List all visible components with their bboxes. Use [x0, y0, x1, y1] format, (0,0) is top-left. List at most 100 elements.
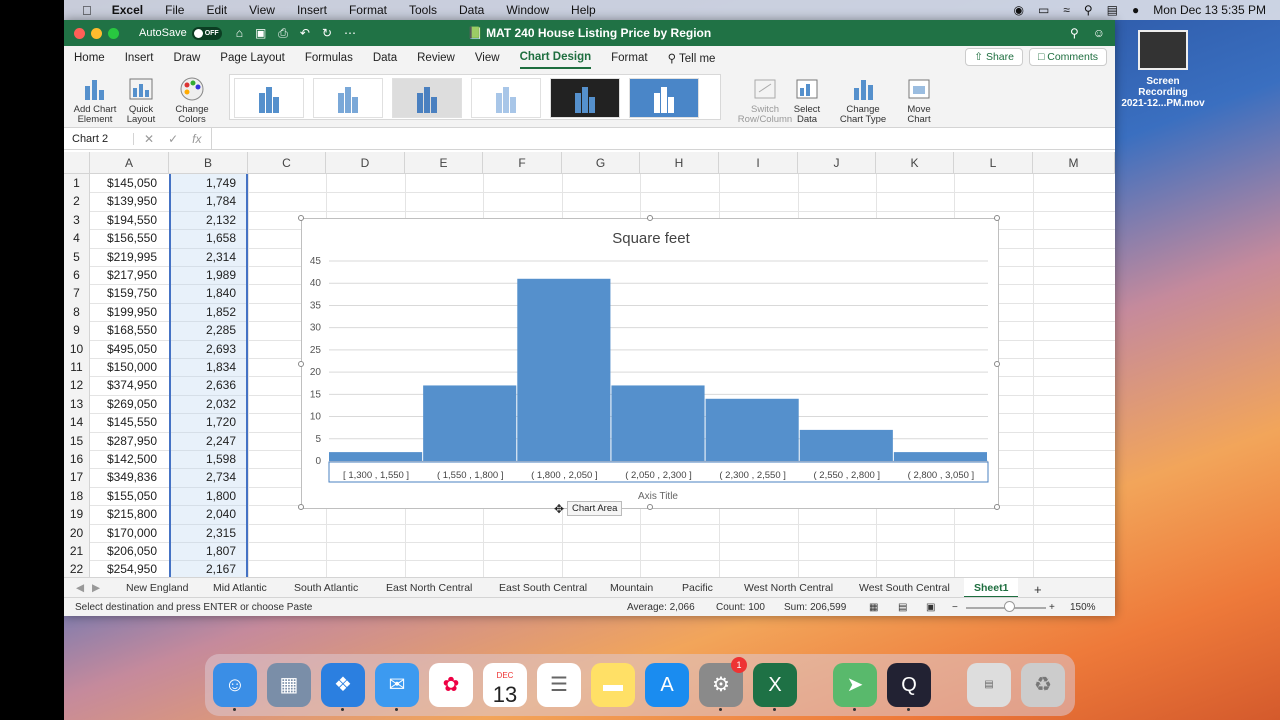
redo-icon[interactable]: ↻	[322, 26, 332, 41]
undo-icon[interactable]: ↶	[300, 26, 310, 41]
cell-price[interactable]: $150,000	[90, 358, 169, 376]
system-preferences-icon[interactable]: ⚙ 1	[699, 657, 747, 711]
column-header-h[interactable]: H	[640, 152, 719, 174]
chart-area[interactable]: Square feet 0 5 10 15 20 25 30 35 40 45 [ 1,300 ,…	[298, 215, 1000, 510]
safari-icon[interactable]: ❖	[321, 663, 365, 711]
spreadsheet-grid[interactable]: Square feet 0 5 10 15 20 25 30 35 40 45 [ 1,300 ,…	[64, 152, 1115, 577]
row-header[interactable]: 10	[64, 339, 90, 358]
cell-square-feet[interactable]: 2,315	[169, 524, 248, 542]
row-header[interactable]: 7	[64, 284, 90, 303]
sheet-tab-west-north-central[interactable]: West North Central	[744, 582, 833, 594]
normal-view-icon[interactable]: ▦	[869, 602, 878, 613]
sheet-tab-sheet1[interactable]: Sheet1	[964, 578, 1019, 598]
cell-square-feet[interactable]: 1,807	[169, 542, 248, 560]
row-header[interactable]: 6	[64, 266, 90, 285]
cell-price[interactable]: $194,550	[90, 211, 169, 229]
sheet-tab-mid-atlantic[interactable]: Mid Atlantic	[213, 582, 267, 594]
row-header[interactable]: 4	[64, 229, 90, 248]
row-header[interactable]: 20	[64, 523, 90, 542]
resize-handle[interactable]	[994, 361, 1000, 367]
change-colors-button[interactable]: Change Colors	[170, 76, 214, 125]
tab-review[interactable]: Review	[417, 48, 455, 68]
sheet-tab-west-south-central[interactable]: West South Central	[859, 582, 950, 594]
add-chart-element-button[interactable]: Add Chart Element	[72, 76, 118, 125]
resize-handle[interactable]	[994, 504, 1000, 510]
zoom-in-icon[interactable]: +	[1049, 602, 1055, 613]
calendar-icon[interactable]: DEC 13	[483, 663, 527, 707]
quicktime-icon[interactable]: Q	[887, 663, 931, 711]
share-button[interactable]: ⇧ Share	[965, 48, 1023, 66]
resize-handle[interactable]	[298, 361, 304, 367]
cell-square-feet[interactable]: 2,032	[169, 395, 248, 413]
notes-icon[interactable]: ▬	[591, 663, 635, 707]
x-axis-title[interactable]: Axis Title	[638, 491, 678, 502]
trash-icon[interactable]: ♻	[1021, 663, 1065, 707]
cell-square-feet[interactable]: 1,834	[169, 358, 248, 376]
menu-window[interactable]: Window	[506, 3, 549, 17]
histogram-bar[interactable]	[611, 385, 705, 461]
sheet-tab-pacific[interactable]: Pacific	[682, 582, 713, 594]
tab-home[interactable]: Home	[74, 48, 105, 68]
column-header-i[interactable]: I	[719, 152, 798, 174]
mail-icon[interactable]: ✉	[375, 663, 419, 711]
row-header[interactable]: 13	[64, 394, 90, 414]
histogram-bar[interactable]	[329, 452, 423, 461]
chart-style-1[interactable]	[234, 78, 304, 118]
cell-square-feet[interactable]: 2,167	[169, 560, 248, 577]
desktop-file-screen-recording[interactable]: Screen Recording 2021-12...PM.mov	[1121, 30, 1205, 109]
cell-price[interactable]: $170,000	[90, 524, 169, 542]
cell-square-feet[interactable]: 1,658	[169, 229, 248, 247]
menu-app-name[interactable]: Excel	[112, 3, 143, 17]
cell-square-feet[interactable]: 1,598	[169, 450, 248, 468]
print-icon[interactable]: ⎙	[278, 26, 288, 41]
cell-square-feet[interactable]: 2,132	[169, 211, 248, 229]
menu-tools[interactable]: Tools	[409, 3, 437, 17]
row-header[interactable]: 3	[64, 210, 90, 230]
select-data-button[interactable]: Select Data	[790, 76, 824, 125]
autosave-toggle[interactable]: OFF	[191, 26, 222, 40]
switch-row-column-button[interactable]: Switch Row/Column	[737, 76, 793, 125]
cell-square-feet[interactable]: 2,040	[169, 505, 248, 523]
cell-price[interactable]: $139,950	[90, 192, 169, 210]
cell-price[interactable]: $287,950	[90, 432, 169, 450]
row-header[interactable]: 16	[64, 450, 90, 469]
menu-data[interactable]: Data	[459, 3, 484, 17]
tab-format[interactable]: Format	[611, 48, 647, 68]
tab-data[interactable]: Data	[373, 48, 397, 68]
page-break-view-icon[interactable]: ▣	[926, 602, 935, 613]
zoom-window-button[interactable]	[108, 27, 119, 39]
autosave-control[interactable]: AutoSave OFF	[139, 26, 222, 40]
xlsx-file-icon[interactable]: ▤	[967, 663, 1011, 707]
menu-format[interactable]: Format	[349, 3, 387, 17]
chart-style-6[interactable]	[629, 78, 699, 118]
select-all-corner[interactable]	[64, 152, 90, 174]
move-chart-button[interactable]: Move Chart	[902, 76, 936, 125]
column-header-b[interactable]: B	[169, 152, 248, 174]
histogram-bar[interactable]	[517, 278, 611, 461]
resize-handle[interactable]	[298, 504, 304, 510]
row-header[interactable]: 14	[64, 413, 90, 432]
confirm-icon[interactable]: ✓	[168, 132, 178, 146]
cell-price[interactable]: $145,050	[90, 174, 169, 192]
more-icon[interactable]: ⋯	[344, 26, 356, 41]
excel-icon[interactable]: X	[753, 663, 797, 711]
cell-square-feet[interactable]: 2,285	[169, 321, 248, 339]
row-header[interactable]: 12	[64, 376, 90, 395]
resize-handle[interactable]	[647, 504, 653, 510]
cell-price[interactable]: $155,050	[90, 487, 169, 505]
reminders-icon[interactable]: ☰	[537, 663, 581, 707]
cell-square-feet[interactable]: 2,636	[169, 376, 248, 394]
menu-insert[interactable]: Insert	[297, 3, 327, 17]
row-header[interactable]: 2	[64, 192, 90, 211]
battery-icon[interactable]: ▭	[1038, 3, 1049, 17]
menu-edit[interactable]: Edit	[206, 3, 227, 17]
row-header[interactable]: 11	[64, 358, 90, 377]
sheet-tab-mountain[interactable]: Mountain	[610, 582, 653, 594]
save-icon[interactable]: ▣	[255, 26, 266, 41]
row-header[interactable]: 18	[64, 486, 90, 506]
chart-style-5[interactable]	[550, 78, 620, 118]
cell-price[interactable]: $215,800	[90, 505, 169, 523]
zoom-out-icon[interactable]: −	[952, 602, 958, 613]
tab-formulas[interactable]: Formulas	[305, 48, 353, 68]
sheet-tab-east-north-central[interactable]: East North Central	[386, 582, 472, 594]
